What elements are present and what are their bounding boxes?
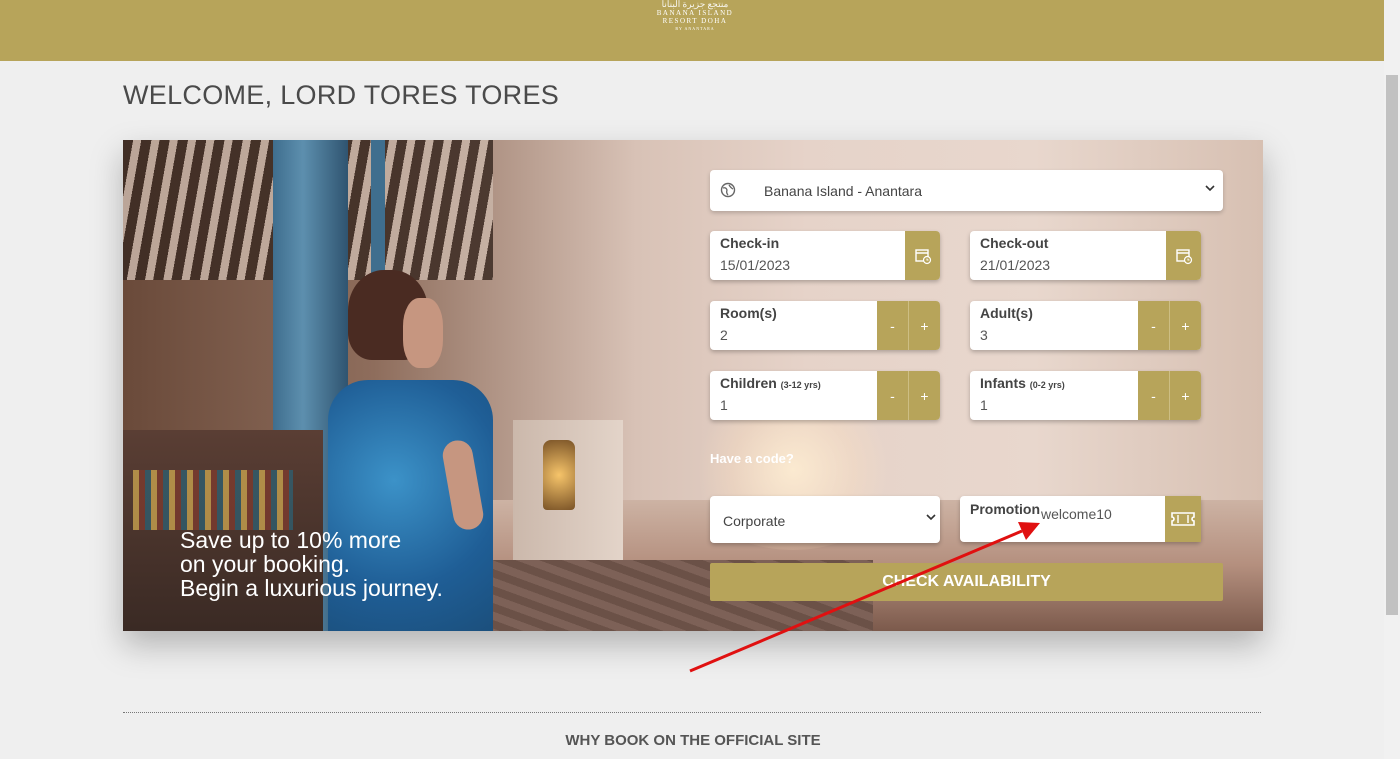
checkin-field[interactable]: Check-in 15/01/2023 [710,231,940,280]
checkin-label: Check-in [720,235,780,251]
have-a-code-link[interactable]: Have a code? [710,451,794,466]
scrollbar-thumb[interactable] [1386,75,1398,615]
tagline-line-1: Save up to 10% more [180,527,402,553]
adults-minus-button[interactable]: - [1138,301,1169,350]
chevron-down-icon [926,510,936,525]
logo-line-2: RESORT DOHA [662,17,728,25]
checkin-value: 15/01/2023 [720,257,791,273]
rooms-stepper: Room(s) 2 - + [710,301,940,350]
hero-lantern [543,440,575,510]
hero-tagline: Save up to 10% more on your booking. Beg… [180,528,443,600]
hero-banner: Save up to 10% more on your booking. Beg… [123,140,1263,631]
rooms-label: Room(s) [720,305,777,321]
promotion-field[interactable]: Promotion welcome10 [960,496,1201,542]
adults-plus-button[interactable]: + [1169,301,1201,350]
ticket-icon [1165,496,1201,542]
checkout-value: 21/01/2023 [980,257,1051,273]
children-plus-button[interactable]: + [908,371,940,420]
why-book-heading: WHY BOOK ON THE OFFICIAL SITE [565,732,821,749]
rooms-value[interactable]: 2 [720,327,728,343]
checkout-field[interactable]: Check-out 21/01/2023 [970,231,1201,280]
children-label: Children (3-12 yrs) [720,375,821,391]
infants-stepper: Infants (0-2 yrs) 1 - + [970,371,1201,420]
rooms-minus-button[interactable]: - [877,301,908,350]
woman-face [403,298,443,368]
globe-icon [720,182,736,203]
section-divider [123,712,1261,713]
hotel-select[interactable]: Banana Island - Anantara [710,170,1223,211]
infants-minus-button[interactable]: - [1138,371,1169,420]
page-scrollbar[interactable] [1384,0,1400,759]
infants-value[interactable]: 1 [980,397,988,413]
promotion-label: Promotion [970,501,1040,517]
adults-value[interactable]: 3 [980,327,988,343]
hotel-select-value: Banana Island - Anantara [764,183,923,199]
resort-logo[interactable]: منتجع جزيرة البنانا BANANA ISLAND RESORT… [640,0,750,40]
rooms-plus-button[interactable]: + [908,301,940,350]
logo-line-3: BY ANANTARA [675,26,715,31]
tagline-line-2: on your booking. [180,551,351,577]
children-stepper: Children (3-12 yrs) 1 - + [710,371,940,420]
infants-plus-button[interactable]: + [1169,371,1201,420]
children-age-range: (3-12 yrs) [780,380,821,390]
top-header-bar: منتجع جزيرة البنانا BANANA ISLAND RESORT… [0,0,1384,61]
code-type-value: Corporate [723,513,786,529]
promotion-input[interactable]: welcome10 [1041,506,1112,522]
checkout-calendar-icon[interactable] [1166,231,1201,280]
adults-stepper: Adult(s) 3 - + [970,301,1201,350]
children-value[interactable]: 1 [720,397,728,413]
welcome-heading: WELCOME, LORD TORES TORES [123,80,560,110]
check-availability-button[interactable]: CHECK AVAILABILITY [710,563,1223,601]
tagline-line-3: Begin a luxurious journey. [180,575,443,601]
children-label-text: Children [720,375,777,391]
logo-line-1: BANANA ISLAND [656,9,734,17]
checkin-calendar-icon[interactable] [905,231,940,280]
adults-label: Adult(s) [980,305,1033,321]
chevron-down-icon [1205,180,1215,196]
infants-label-text: Infants [980,375,1026,391]
logo-arabic-text: منتجع جزيرة البنانا [661,0,729,9]
checkout-label: Check-out [980,235,1049,251]
children-minus-button[interactable]: - [877,371,908,420]
hero-blue-pole-2 [371,140,385,280]
code-type-select[interactable]: Corporate [710,496,940,543]
infants-label: Infants (0-2 yrs) [980,375,1065,391]
infants-age-range: (0-2 yrs) [1029,380,1065,390]
hero-cushions [133,470,293,530]
